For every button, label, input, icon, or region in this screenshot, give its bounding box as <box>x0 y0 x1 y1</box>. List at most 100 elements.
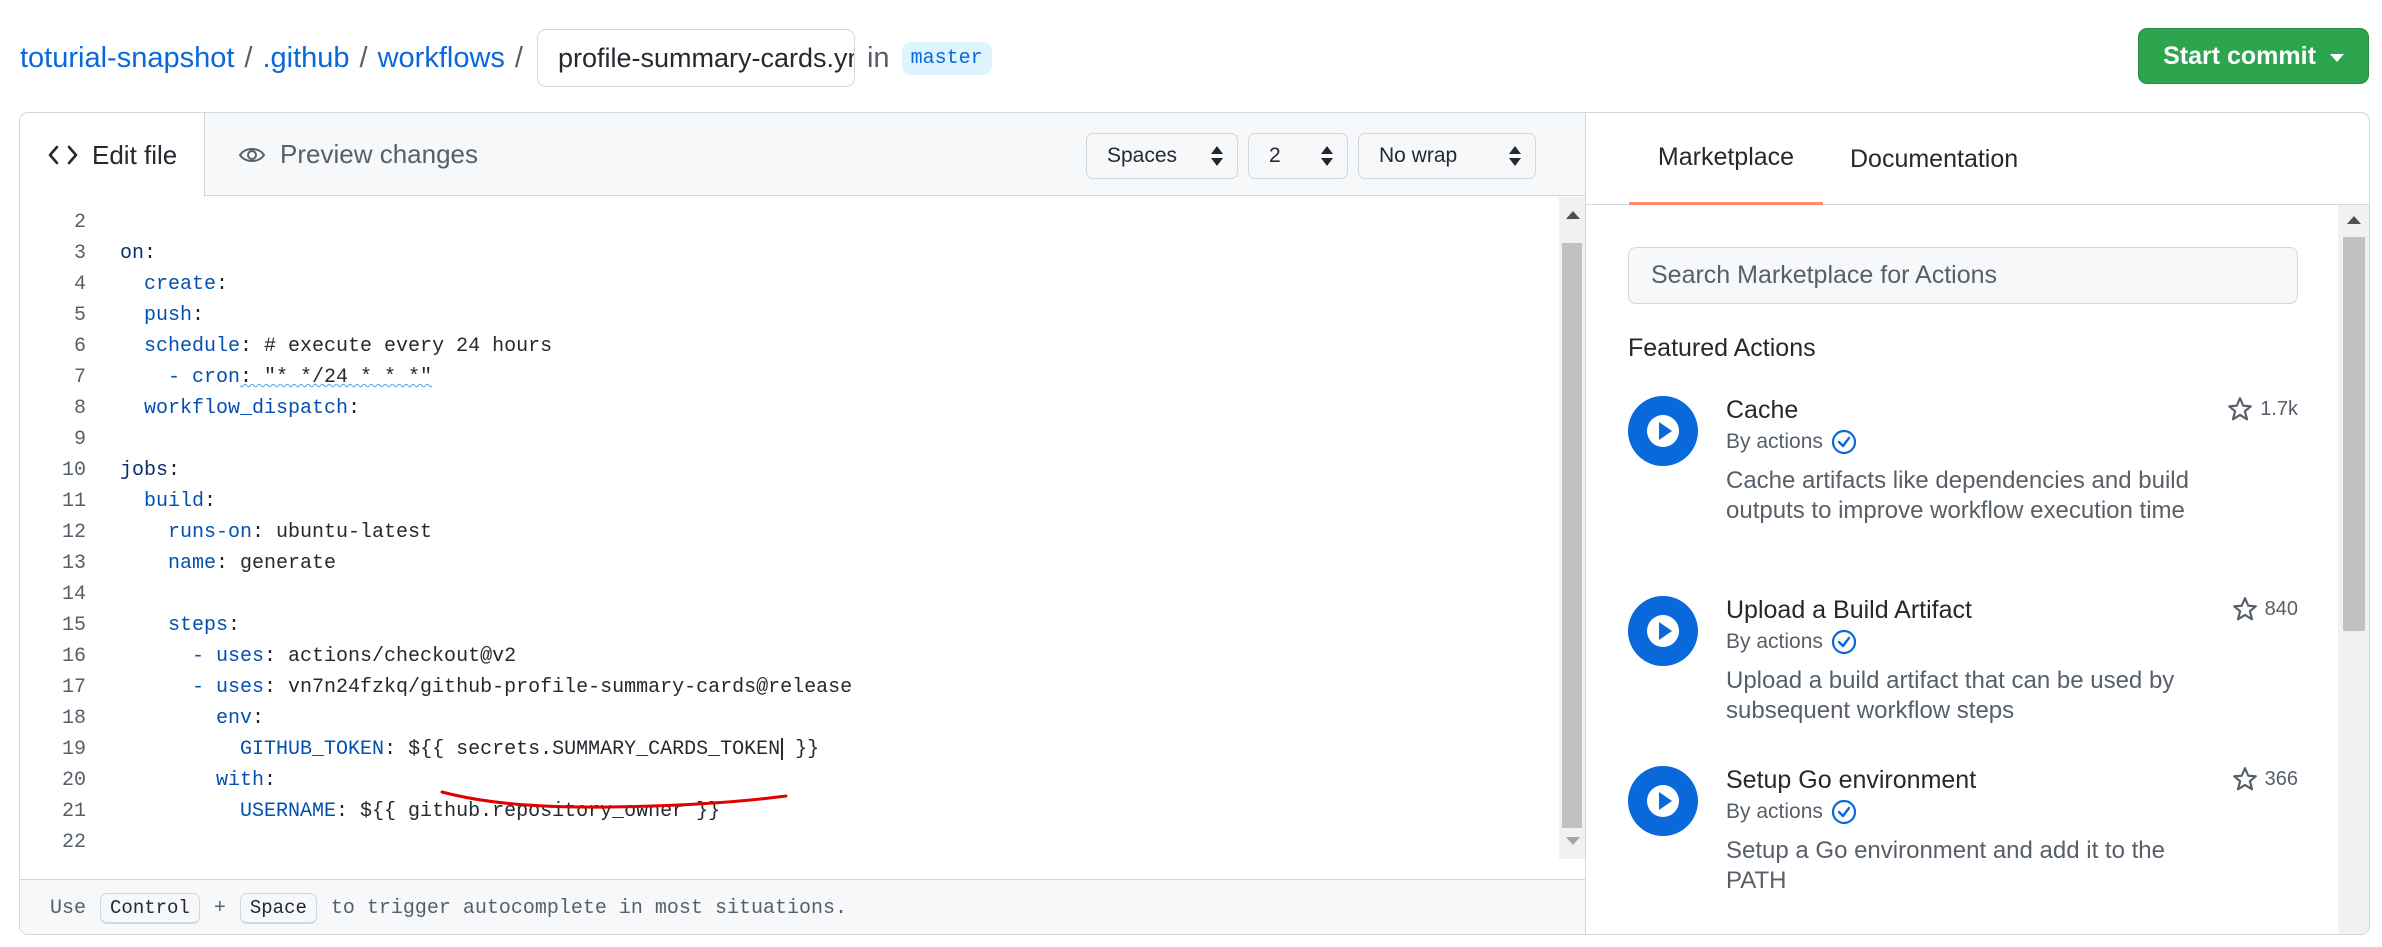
line-content: workflow_dispatch: <box>120 393 360 424</box>
line-content: build: <box>120 486 216 517</box>
scroll-down-arrow-icon[interactable] <box>1566 837 1580 845</box>
code-line[interactable]: 22 <box>20 827 1560 858</box>
editor-scrollbar-thumb[interactable] <box>1562 243 1582 828</box>
breadcrumb-github-folder-link[interactable]: .github <box>262 42 349 75</box>
start-commit-button[interactable]: Start commit <box>2138 28 2369 84</box>
yaml-key: push <box>144 304 193 327</box>
code-line[interactable]: 4 create: <box>20 269 1560 300</box>
marketplace-scrollbar-thumb[interactable] <box>2343 237 2365 631</box>
yaml-value: : ${{ github.repository_owner }} <box>336 800 721 823</box>
yaml-key: with <box>216 769 265 792</box>
code-line[interactable]: 20 with: <box>20 765 1560 796</box>
line-number: 16 <box>61 645 86 668</box>
action-title[interactable]: Upload a Build Artifact <box>1726 596 1972 625</box>
line-number: 5 <box>73 304 86 327</box>
breadcrumb-separator: / <box>359 41 368 74</box>
tab-preview-changes[interactable]: Preview changes <box>238 113 478 196</box>
verified-icon <box>1831 429 1856 455</box>
hint-prefix: Use <box>50 896 87 920</box>
action-author: By actions <box>1726 629 1857 655</box>
editor-toolbar: Edit file Preview changes Spaces 2 No wr… <box>20 113 1585 197</box>
line-content: on: <box>120 238 156 269</box>
code-editor[interactable]: 2 3 on: 4 create: 5 push: 6 schedule: # execu… <box>20 197 1560 859</box>
action-author: By actions <box>1726 429 1857 455</box>
tab-documentation[interactable]: Documentation <box>1850 113 2018 205</box>
dropdown-caret-icon <box>2329 53 2344 62</box>
marketplace-search-input[interactable] <box>1628 247 2298 304</box>
scroll-up-arrow-icon[interactable] <box>2347 216 2361 224</box>
marketplace-scrollbar[interactable] <box>2338 205 2369 934</box>
action-card[interactable]: Setup Go environment By actions Setup a … <box>1628 766 2298 906</box>
tab-edit-file[interactable]: Edit file <box>20 113 205 197</box>
code-line[interactable]: 21 USERNAME: ${{ github.repository_owner… <box>20 796 1560 827</box>
yaml-value: : vn7n24fzkq/github-profile-summary-card… <box>264 676 853 699</box>
yaml-value: : generate <box>216 552 337 575</box>
line-content: create: <box>120 269 228 300</box>
featured-actions-heading: Featured Actions <box>1628 334 1816 362</box>
code-line[interactable]: 7 - cron: "* */24 * * *" <box>20 362 1560 393</box>
select-arrows-icon <box>1211 146 1223 166</box>
scroll-up-arrow-icon[interactable] <box>1566 211 1580 219</box>
code-line[interactable]: 18 env: <box>20 703 1560 734</box>
action-title[interactable]: Cache <box>1726 396 1798 425</box>
line-content: - uses: actions/checkout@v2 <box>120 641 516 672</box>
yaml-value: : actions/checkout@v2 <box>264 645 517 668</box>
yaml-value: : <box>216 273 229 296</box>
line-number: 8 <box>73 397 86 420</box>
yaml-key: workflow_dispatch <box>144 397 349 420</box>
editor-panel: Edit file Preview changes Spaces 2 No wr… <box>19 112 1586 935</box>
tab-marketplace[interactable]: Marketplace <box>1629 113 1823 205</box>
code-line[interactable]: 15 steps: <box>20 610 1560 641</box>
line-content: push: <box>120 300 204 331</box>
yaml-key: create <box>144 273 217 296</box>
filename-input[interactable]: profile-summary-cards.yml <box>536 29 855 87</box>
action-description: Cache artifacts like dependencies and bu… <box>1726 467 2189 524</box>
code-line[interactable]: 6 schedule: # execute every 24 hours <box>20 331 1560 362</box>
code-line[interactable]: 5 push: <box>20 300 1560 331</box>
code-line[interactable]: 3 on: <box>20 238 1560 269</box>
star-icon <box>2232 597 2257 621</box>
marketplace-tabs: Marketplace Documentation <box>1586 113 2369 205</box>
yaml-value: : ubuntu-latest <box>252 521 433 544</box>
breadcrumb-separator: / <box>514 41 523 74</box>
breadcrumb-separator: / <box>244 41 253 74</box>
line-number: 22 <box>61 831 86 854</box>
wrap-mode-select[interactable]: No wrap <box>1358 133 1536 179</box>
yaml-key: runs-on <box>168 521 253 544</box>
yaml-value: : "* */24 * * *" <box>240 366 433 389</box>
code-line[interactable]: 2 <box>20 207 1560 238</box>
breadcrumb-repo-link[interactable]: toturial-snapshot <box>20 42 234 75</box>
line-number: 15 <box>61 614 86 637</box>
yaml-value: : <box>252 707 265 730</box>
line-number: 21 <box>61 800 86 823</box>
breadcrumb-workflows-folder-link[interactable]: workflows <box>378 42 505 75</box>
action-title[interactable]: Setup Go environment <box>1726 766 1976 795</box>
action-star-count: 840 <box>2264 597 2298 620</box>
code-line[interactable]: 12 runs-on: ubuntu-latest <box>20 517 1560 548</box>
action-star-count: 366 <box>2264 767 2298 790</box>
yaml-value: : <box>192 304 205 327</box>
code-line[interactable]: 16 - uses: actions/checkout@v2 <box>20 641 1560 672</box>
star-icon <box>2232 767 2257 791</box>
indent-mode-select[interactable]: Spaces <box>1086 133 1238 179</box>
code-line[interactable]: 13 name: generate <box>20 548 1560 579</box>
text-cursor <box>781 737 784 760</box>
editor-scrollbar[interactable] <box>1559 197 1585 859</box>
code-line[interactable]: 8 workflow_dispatch: <box>20 393 1560 424</box>
code-line[interactable]: 10 jobs: <box>20 455 1560 486</box>
indent-size-select[interactable]: 2 <box>1248 133 1348 179</box>
code-line[interactable]: 11 build: <box>20 486 1560 517</box>
code-line[interactable]: 14 <box>20 579 1560 610</box>
action-card[interactable]: Cache By actions Cache artifacts like de… <box>1628 396 2298 556</box>
hint-suffix: to trigger autocomplete in most situatio… <box>330 896 847 920</box>
code-line[interactable]: 17 - uses: vn7n24fzkq/github-profile-sum… <box>20 672 1560 703</box>
code-line[interactable]: 19 GITHUB_TOKEN: ${{ secrets.SUMMARY_CAR… <box>20 734 1560 765</box>
code-line[interactable]: 9 <box>20 424 1560 455</box>
yaml-key: env <box>216 707 253 730</box>
action-card[interactable]: Upload a Build Artifact By actions Uploa… <box>1628 596 2298 736</box>
